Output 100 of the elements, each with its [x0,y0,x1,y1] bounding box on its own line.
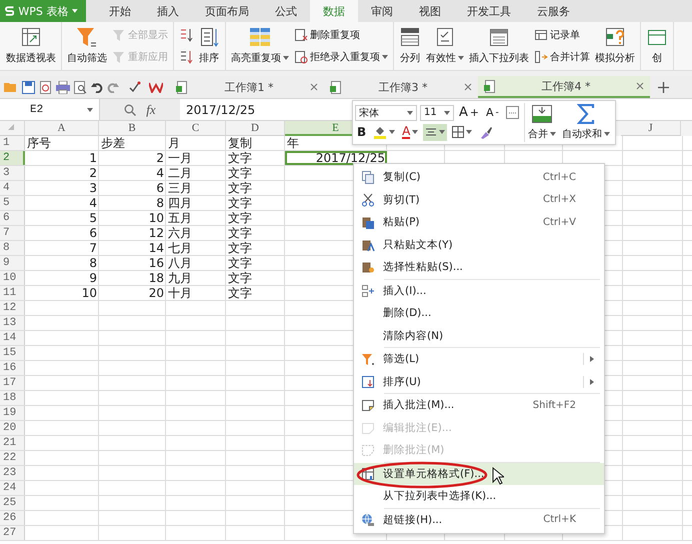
table-cell-text: 18 [148,271,165,285]
row-header[interactable]: 18 [0,391,25,405]
row-header[interactable]: 14 [0,331,25,345]
ribbon-button[interactable]: 自动筛选 [65,24,109,68]
close-icon[interactable] [636,82,644,90]
document-tab[interactable]: 工作簿4 * [478,76,650,98]
row-header[interactable]: 17 [0,376,25,390]
sort-icon [361,374,375,389]
row-header[interactable]: 2 [0,151,25,165]
autosum-button[interactable]: 自动求和 [558,103,613,142]
merge-button[interactable]: 合并 [524,103,559,142]
menu-tab[interactable]: 页面布局 [192,0,262,22]
row-header[interactable]: 4 [0,181,25,195]
row-header[interactable]: 23 [0,466,25,480]
row-header[interactable]: 11 [0,286,25,300]
ribbon-button[interactable]: 创 [644,24,670,68]
menu-item[interactable]: 选择性粘贴(S)... [354,256,604,278]
row-header[interactable]: 24 [0,481,25,495]
row-header[interactable]: 8 [0,241,25,255]
row-header[interactable]: 15 [0,346,25,360]
ribbon-button[interactable]: 排序 [196,24,222,68]
clear-format-icon[interactable] [504,104,521,122]
menu-tab[interactable]: 开始 [96,0,144,22]
table-cell-text: 月 [167,136,181,150]
row-header[interactable]: 25 [0,496,25,510]
table-cell-text: 6 [88,226,98,240]
logo-icon[interactable] [149,82,163,92]
app-menu-button[interactable]: WPS 表格 [0,0,86,22]
row-header[interactable]: 1 [0,136,25,150]
row-header[interactable]: 13 [0,316,25,330]
insert-function-button[interactable]: fx [146,102,156,118]
search-icon[interactable] [124,104,136,116]
undo-icon[interactable] [91,81,103,93]
ribbon-button[interactable]: 有效性 [424,24,466,68]
menu-tab[interactable]: 公式 [262,0,310,22]
sort-icon [198,26,220,48]
menu-tab[interactable]: 开发工具 [454,0,524,22]
save-icon[interactable] [22,80,35,94]
sort-ascending-icon [179,28,193,42]
menu-item[interactable]: 筛选(L) [354,348,604,370]
row-header[interactable]: 20 [0,421,25,435]
close-icon[interactable] [464,83,472,91]
ribbon-button[interactable]: 分列 [397,24,423,68]
menu-item[interactable]: 超链接(H)... Ctrl+K [354,508,604,531]
menu-tab[interactable]: 插入 [144,0,192,22]
customize-icon[interactable] [129,81,141,93]
menu-tab[interactable]: 云服务 [524,0,583,22]
ribbon-button[interactable]: 模拟分析 [593,24,637,68]
row-header[interactable]: 10 [0,271,25,285]
menu-tab[interactable]: 审阅 [358,0,406,22]
menu-item[interactable]: 插入批注(M)... Shift+F2 [354,394,604,416]
row-header[interactable]: 5 [0,196,25,210]
ribbon-button[interactable]: 记录单 [532,27,592,43]
table-cell-text: 十月 [167,286,193,300]
submenu-arrow-icon [590,356,594,362]
document-tab[interactable]: 工作簿3 * [324,76,478,98]
ribbon-button[interactable]: 插入下拉列表 [467,24,531,68]
ribbon-button[interactable]: 高亮重复项 [229,24,291,68]
document-icon[interactable] [39,80,52,94]
row-header[interactable]: 22 [0,451,25,465]
row-header[interactable]: 21 [0,436,25,450]
funnel-icon [112,50,126,64]
border-button[interactable] [450,124,474,141]
ribbon-button[interactable]: 合并计算 [532,49,592,65]
print-preview-icon[interactable] [74,80,87,94]
menu-item[interactable]: 从下拉列表中选择(K)... [354,485,604,508]
ribbon-button[interactable]: 数据透视表 [4,24,58,68]
row-header[interactable]: 26 [0,511,25,525]
row-header[interactable]: 9 [0,256,25,270]
row-header[interactable]: 3 [0,166,25,180]
font-select[interactable]: 宋体 [355,104,417,121]
caret-icon [382,55,388,59]
add-tab-button[interactable] [658,82,669,92]
ribbon-button[interactable]: 拒绝录入重复项 [292,49,390,65]
menu-item[interactable]: 剪切(T) Ctrl+X [354,188,604,211]
printer-icon[interactable] [56,80,70,94]
menu-item[interactable]: 粘贴(P) Ctrl+V [354,211,604,234]
align-button[interactable] [423,124,448,141]
ribbon-button[interactable]: 删除重复项 [292,27,390,43]
row-header[interactable]: 6 [0,211,25,225]
table-cell-text: 12 [148,226,165,240]
menu-tab[interactable]: 数据 [310,0,358,22]
menu-item[interactable]: 插入(I)... [354,280,604,302]
menu-item[interactable]: 只粘贴文本(Y) [354,234,604,256]
font-color-button[interactable]: A [400,124,420,141]
table-cell-text: 八月 [167,256,193,270]
menu-item[interactable]: 清除内容(N) [354,324,604,347]
row-header[interactable]: 12 [0,301,25,315]
row-header[interactable]: 19 [0,406,25,420]
row-header[interactable]: 16 [0,361,25,375]
font-size-select[interactable]: 11 [420,104,454,121]
document-tab[interactable]: 工作簿1 * [170,76,324,98]
table-cell-text: 文字 [227,241,253,255]
close-icon[interactable] [310,83,318,91]
menu-tab[interactable]: 视图 [406,0,454,22]
menu-item[interactable]: 排序(U) [354,370,604,393]
menu-item[interactable]: 复制(C) Ctrl+C [354,166,604,188]
menu-item[interactable]: 删除(D)... [354,302,604,324]
row-header[interactable]: 27 [0,526,25,540]
row-header[interactable]: 7 [0,226,25,240]
